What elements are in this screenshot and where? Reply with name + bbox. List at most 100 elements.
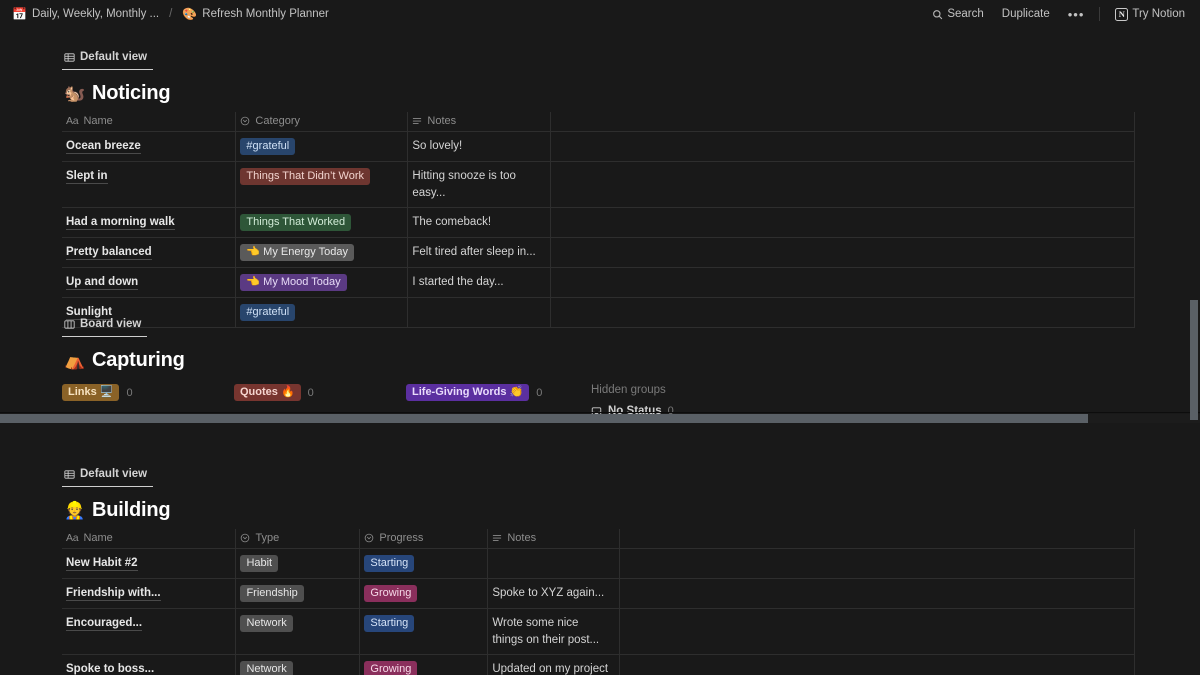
cell-empty[interactable] xyxy=(619,548,1135,579)
cell-type[interactable]: Network xyxy=(235,608,361,656)
cell-progress[interactable]: Starting xyxy=(359,608,489,656)
cell-notes[interactable]: Wrote some nice things on their post... xyxy=(487,608,621,656)
table-header-row: Aa Name Category Notes xyxy=(62,112,1135,132)
table-row[interactable]: Slept in Things That Didn’t Work Hitting… xyxy=(62,161,1135,209)
cell-category[interactable]: #grateful xyxy=(235,131,409,162)
column-header-name[interactable]: Aa Name xyxy=(62,112,237,132)
table-row[interactable]: Ocean breeze #grateful So lovely! xyxy=(62,131,1135,162)
cell-notes[interactable]: Updated on my project progress... xyxy=(487,654,621,675)
cell-category[interactable]: Things That Didn’t Work xyxy=(235,161,409,209)
table-row[interactable]: New Habit #2 Habit Starting xyxy=(62,548,1135,579)
cell-empty[interactable] xyxy=(619,578,1135,609)
cell-notes[interactable]: I started the day... xyxy=(407,267,552,299)
table-row[interactable]: Spoke to boss... Network Growing Updated… xyxy=(62,654,1135,675)
view-tabs-noticing: Default view xyxy=(62,48,1135,73)
search-icon xyxy=(932,9,943,20)
cell-name[interactable]: Pretty balanced xyxy=(62,237,237,269)
cell-name[interactable]: Encouraged... xyxy=(62,608,237,656)
database-title-capturing[interactable]: ⛺ Capturing xyxy=(62,340,1135,379)
tag-chip: #grateful xyxy=(240,138,296,155)
top-bar-actions: Search Duplicate ••• N Try Notion xyxy=(929,5,1192,24)
cell-name[interactable]: New Habit #2 xyxy=(62,548,237,579)
tab-board-view-capturing[interactable]: Board view xyxy=(62,315,148,337)
table-row[interactable]: Had a morning walk Things That Worked Th… xyxy=(62,207,1135,239)
more-options-button[interactable]: ••• xyxy=(1065,5,1088,24)
text-property-icon: Aa xyxy=(66,115,79,127)
horizontal-scrollbar-thumb[interactable] xyxy=(0,414,1088,423)
database-block-noticing: Default view 🐿️ Noticing Aa Name Categor… xyxy=(62,48,1135,329)
board-group-quotes[interactable]: Quotes 🔥 0 xyxy=(234,384,406,401)
text-property-icon: Aa xyxy=(66,532,79,544)
breadcrumb-separator: / xyxy=(169,8,173,20)
cell-progress[interactable]: Starting xyxy=(359,548,489,579)
column-header-label: Type xyxy=(255,532,280,544)
cell-progress[interactable]: Growing xyxy=(359,654,489,675)
board-group-tag: Links 🖥️ xyxy=(62,384,120,401)
cell-type[interactable]: Habit xyxy=(235,548,361,579)
database-title-label: Capturing xyxy=(91,349,185,371)
cell-empty[interactable] xyxy=(619,608,1135,656)
cell-empty[interactable] xyxy=(550,161,1135,209)
cell-notes[interactable]: So lovely! xyxy=(407,131,552,162)
cell-type[interactable]: Network xyxy=(235,654,361,675)
multiline-text-property-icon xyxy=(492,533,502,543)
horizontal-scrollbar-track[interactable] xyxy=(0,414,1200,423)
tag-chip: 👈 My Mood Today xyxy=(240,274,347,292)
tab-default-view-building[interactable]: Default view xyxy=(62,465,154,487)
column-header-empty[interactable] xyxy=(550,112,1135,132)
cell-type[interactable]: Friendship xyxy=(235,578,361,609)
cell-empty[interactable] xyxy=(550,267,1135,299)
table-row[interactable]: Encouraged... Network Starting Wrote som… xyxy=(62,608,1135,656)
column-header-progress[interactable]: Progress xyxy=(359,529,489,549)
cell-notes[interactable]: The comeback! xyxy=(407,207,552,239)
cell-name[interactable]: Up and down xyxy=(62,267,237,299)
column-header-category[interactable]: Category xyxy=(235,112,409,132)
cell-category[interactable]: Things That Worked xyxy=(235,207,409,239)
cell-name[interactable]: Spoke to boss... xyxy=(62,654,237,675)
table-view-icon xyxy=(64,52,75,63)
cell-empty[interactable] xyxy=(550,207,1135,239)
cell-category[interactable]: 👈 My Energy Today xyxy=(235,237,409,269)
breadcrumb-current-label: Refresh Monthly Planner xyxy=(202,8,329,20)
cell-notes[interactable]: Felt tired after sleep in... xyxy=(407,237,552,269)
cell-notes[interactable] xyxy=(487,548,621,579)
table-row[interactable]: Up and down 👈 My Mood Today I started th… xyxy=(62,267,1135,299)
column-header-notes[interactable]: Notes xyxy=(407,112,552,132)
column-header-type[interactable]: Type xyxy=(235,529,361,549)
tag-chip: Things That Worked xyxy=(240,214,352,232)
column-header-notes[interactable]: Notes xyxy=(487,529,621,549)
board-group-links[interactable]: Links 🖥️ 0 xyxy=(62,384,234,401)
toolbar-divider xyxy=(1099,7,1101,21)
cell-empty[interactable] xyxy=(619,654,1135,675)
cell-name[interactable]: Slept in xyxy=(62,161,237,209)
cell-notes[interactable]: Hitting snooze is too easy... xyxy=(407,161,552,209)
breadcrumb-item-current[interactable]: 🎨 Refresh Monthly Planner xyxy=(178,6,333,22)
table-row[interactable]: Pretty balanced 👈 My Energy Today Felt t… xyxy=(62,237,1135,269)
select-property-icon xyxy=(240,116,250,126)
duplicate-button[interactable]: Duplicate xyxy=(999,6,1053,22)
column-header-label: Name xyxy=(83,532,113,544)
try-notion-button[interactable]: N Try Notion xyxy=(1112,6,1188,23)
cell-notes[interactable]: Spoke to XYZ again... xyxy=(487,578,621,609)
cell-empty[interactable] xyxy=(550,237,1135,269)
table-row[interactable]: Friendship with... Friendship Growing Sp… xyxy=(62,578,1135,609)
select-property-icon xyxy=(364,533,374,543)
breadcrumb-item-parent[interactable]: 📅 Daily, Weekly, Monthly ... xyxy=(8,6,163,22)
cell-category[interactable]: 👈 My Mood Today xyxy=(235,267,409,299)
column-header-empty[interactable] xyxy=(619,529,1135,549)
cell-name[interactable]: Had a morning walk xyxy=(62,207,237,239)
search-button[interactable]: Search xyxy=(929,6,986,22)
tab-default-view-noticing[interactable]: Default view xyxy=(62,48,154,70)
database-title-noticing[interactable]: 🐿️ Noticing xyxy=(62,73,1135,112)
cell-name[interactable]: Friendship with... xyxy=(62,578,237,609)
vertical-scrollbar-thumb[interactable] xyxy=(1190,300,1198,420)
top-bar: 📅 Daily, Weekly, Monthly ... / 🎨 Refresh… xyxy=(0,0,1200,28)
column-header-name[interactable]: Aa Name xyxy=(62,529,237,549)
view-tabs-capturing: Board view xyxy=(62,315,1135,340)
database-title-building[interactable]: 👷 Building xyxy=(62,490,1135,529)
board-group-life-giving-words[interactable]: Life-Giving Words 👏 0 xyxy=(406,384,591,401)
cell-progress[interactable]: Growing xyxy=(359,578,489,609)
cell-empty[interactable] xyxy=(550,131,1135,162)
cell-name[interactable]: Ocean breeze xyxy=(62,131,237,162)
breadcrumb: 📅 Daily, Weekly, Monthly ... / 🎨 Refresh… xyxy=(8,6,333,22)
